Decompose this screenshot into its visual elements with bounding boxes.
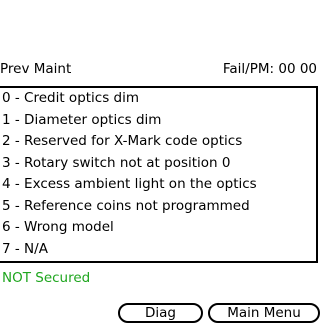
diag-button[interactable]: Diag (118, 303, 203, 323)
list-item[interactable]: 3 - Rotary switch not at position 0 (2, 153, 316, 175)
main-menu-button[interactable]: Main Menu (208, 303, 320, 323)
list-item[interactable]: 6 - Wrong model (2, 217, 316, 239)
screen-title: Prev Maint (0, 61, 72, 77)
fault-code-list: 0 - Credit optics dim 1 - Diameter optic… (0, 86, 318, 263)
header-bar: Prev Maint Fail/PM: 00 00 (0, 60, 324, 78)
list-item[interactable]: 0 - Credit optics dim (2, 88, 316, 110)
fail-pm-counter: Fail/PM: 00 00 (222, 61, 317, 77)
list-item[interactable]: 2 - Reserved for X-Mark code optics (2, 131, 316, 153)
list-item[interactable]: 1 - Diameter optics dim (2, 110, 316, 132)
list-item[interactable]: 7 - N/A (2, 239, 316, 261)
security-status: NOT Secured (2, 270, 91, 286)
list-item[interactable]: 4 - Excess ambient light on the optics (2, 174, 316, 196)
list-item[interactable]: 5 - Reference coins not programmed (2, 196, 316, 218)
